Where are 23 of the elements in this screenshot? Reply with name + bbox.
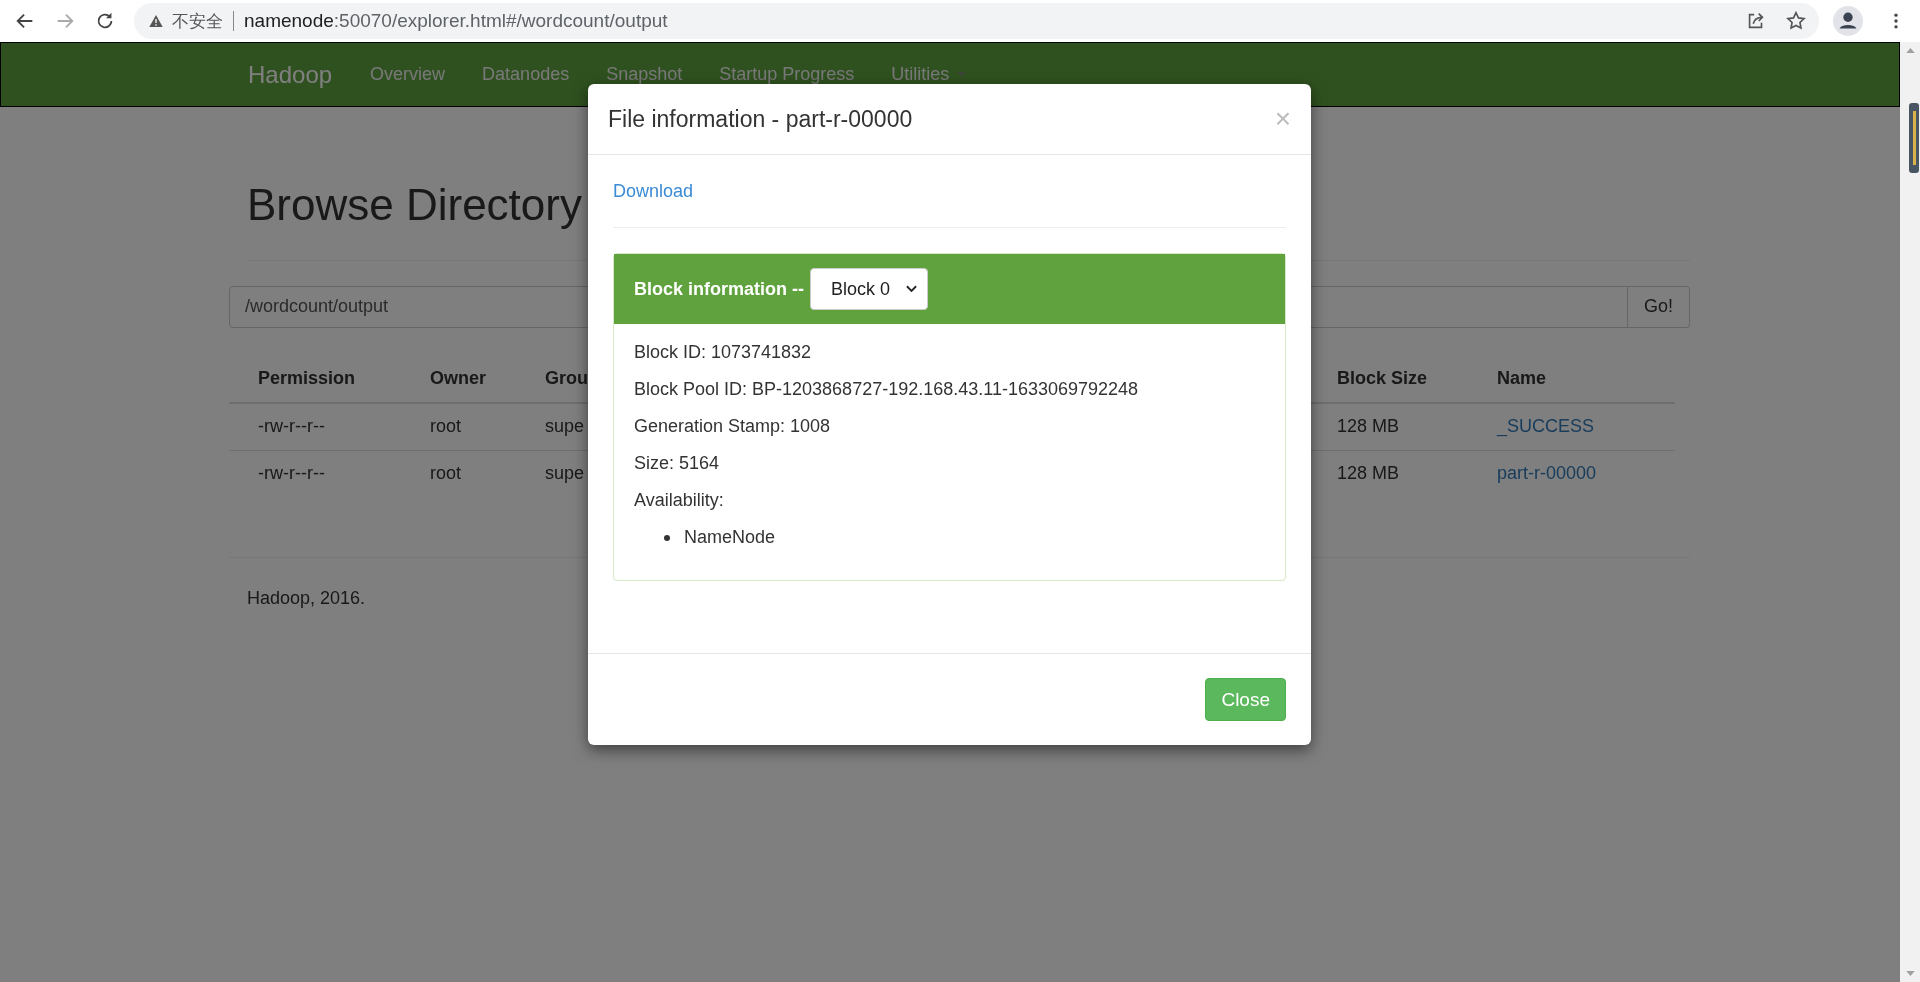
column-header: Name xyxy=(1497,368,1548,390)
table-cell-text: 128 MB xyxy=(1337,416,1401,438)
table-cell-text: root xyxy=(430,416,463,438)
column-header: Owner xyxy=(430,368,487,390)
panel-title: Block information -- xyxy=(634,278,804,300)
block-detail: Generation Stamp: 1008 xyxy=(634,416,832,437)
table-cell-text: supe xyxy=(545,416,586,438)
table-cell-text: 128 MB xyxy=(1337,463,1401,485)
column-header: Permission xyxy=(258,368,357,390)
block-detail: Block ID: 1073741832 xyxy=(634,342,813,363)
column-header: Grou xyxy=(545,368,589,390)
footer-text: Hadoop, 2016. xyxy=(247,587,367,609)
column-header: Block Size xyxy=(1337,368,1429,390)
block-detail: Size: 5164 xyxy=(634,453,721,474)
node-name: NameNode xyxy=(684,527,776,548)
table-cell-text: -rw-r--r-- xyxy=(258,463,326,485)
block-detail: Block Pool ID: BP-1203868727-192.168.43.11-1633069792248 xyxy=(634,379,1140,400)
availability-label: Availability: xyxy=(634,490,725,511)
dialog-title: File information - part-r-00000 xyxy=(608,105,913,133)
page-title: Browse Directory xyxy=(247,179,582,231)
table-cell-text: supe xyxy=(545,463,586,485)
table-cell-text: -rw-r--r-- xyxy=(258,416,326,438)
table-cell-text: root xyxy=(430,463,463,485)
